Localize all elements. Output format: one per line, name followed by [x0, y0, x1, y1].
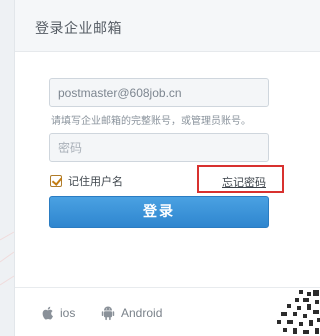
login-card: 登录企业邮箱 请填写企业邮箱的完整账号，或管理员账号。 记住用户名 忘记密码 登…: [14, 0, 320, 336]
qr-code-icon[interactable]: [277, 290, 320, 336]
android-app-link[interactable]: Android: [101, 305, 162, 321]
remember-checkbox[interactable]: [50, 175, 62, 187]
forgot-password-link[interactable]: 忘记密码: [222, 174, 266, 190]
android-label: Android: [121, 306, 163, 320]
android-icon: [101, 306, 115, 321]
remember-username[interactable]: 记住用户名: [50, 173, 123, 189]
apple-icon: [42, 306, 53, 320]
password-field[interactable]: [49, 133, 269, 162]
card-header: 登录企业邮箱: [15, 0, 320, 52]
footer-divider: [15, 287, 320, 288]
remember-label: 记住用户名: [68, 175, 123, 188]
ios-app-link[interactable]: ios: [40, 305, 75, 321]
email-field[interactable]: [49, 78, 269, 107]
login-button[interactable]: 登录: [49, 196, 269, 228]
email-hint: 请填写企业邮箱的完整账号，或管理员账号。: [51, 116, 251, 127]
ios-label: ios: [60, 306, 76, 320]
page-title: 登录企业邮箱: [35, 21, 122, 37]
